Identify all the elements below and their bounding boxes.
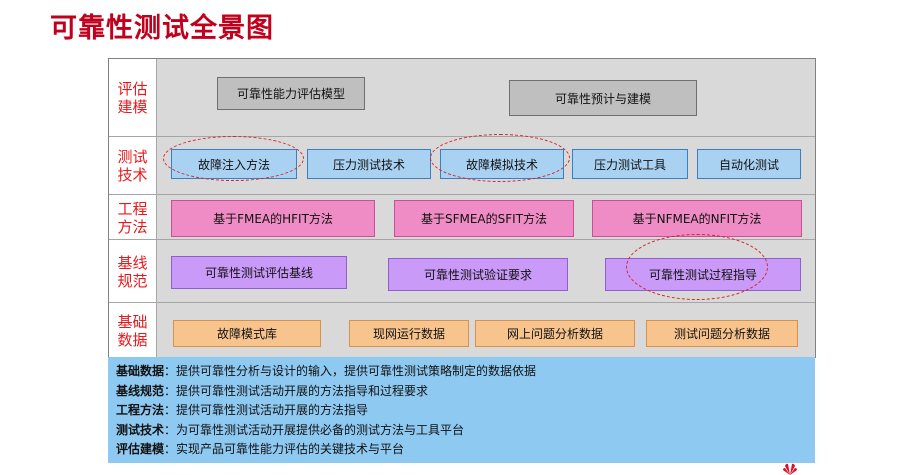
box-fault-simulation: 故障模拟技术: [440, 149, 564, 179]
row-label-evaluation-modeling: 评估 建模: [109, 59, 157, 136]
row-label-baseline-spec: 基线 规范: [109, 240, 157, 303]
row-baseline-spec: 基线 规范 可靠性测试评估基线 可靠性测试验证要求 可靠性测试过程指导: [109, 239, 815, 303]
box-nfmea-nfit: 基于NFMEA的NFIT方法: [592, 200, 802, 237]
description-panel: 基础数据：提供可靠性分析与设计的输入，提供可靠性测试策略制定的数据依据 基线规范…: [108, 357, 815, 463]
description-line: 基线规范：提供可靠性测试活动开展的方法指导和过程要求: [116, 383, 429, 398]
box-stress-test-tool: 压力测试工具: [572, 149, 688, 179]
box-process-guidance: 可靠性测试过程指导: [605, 258, 801, 291]
box-evaluation-baseline: 可靠性测试评估基线: [171, 256, 347, 289]
box-test-issue-data: 测试问题分析数据: [646, 320, 798, 347]
box-fmea-hfit: 基于FMEA的HFIT方法: [171, 200, 375, 237]
page-title: 可靠性测试全景图: [50, 13, 274, 44]
box-fault-injection: 故障注入方法: [171, 149, 297, 179]
box-stress-test-technique: 压力测试技术: [307, 149, 431, 179]
description-line: 评估建模：实现产品可靠性能力评估的关键技术与平台: [116, 442, 405, 456]
row-evaluation-modeling: 评估 建模 可靠性能力评估模型 可靠性预计与建模: [109, 59, 815, 136]
row-label-base-data: 基础 数据: [109, 303, 157, 358]
row-label-test-technology: 测试 技术: [109, 137, 157, 195]
box-online-issue-data: 网上问题分析数据: [475, 320, 635, 347]
row-test-technology: 测试 技术 故障注入方法 压力测试技术 故障模拟技术 压力测试工具 自动化测试: [109, 136, 815, 195]
panorama-diagram: 评估 建模 可靠性能力评估模型 可靠性预计与建模 测试 技术 故障注入方法 压力…: [108, 58, 816, 358]
description-line: 测试技术：为可靠性测试活动开展提供必备的测试方法与工具平台: [116, 422, 465, 437]
box-live-network-data: 现网运行数据: [349, 320, 469, 347]
row-base-data: 基础 数据 故障模式库 现网运行数据 网上问题分析数据 测试问题分析数据: [109, 302, 815, 358]
row-label-engineering-method: 工程 方法: [109, 195, 157, 240]
box-reliability-prediction-modeling: 可靠性预计与建模: [509, 80, 697, 116]
box-sfmea-sfit: 基于SFMEA的SFIT方法: [394, 200, 574, 237]
box-automated-testing: 自动化测试: [697, 149, 801, 179]
box-verification-requirements: 可靠性测试验证要求: [388, 258, 568, 291]
box-reliability-capability-model: 可靠性能力评估模型: [217, 77, 365, 110]
description-line: 工程方法：提供可靠性测试活动开展的方法指导: [116, 403, 369, 417]
box-fault-mode-library: 故障模式库: [173, 320, 321, 347]
description-line: 基础数据：提供可靠性分析与设计的输入，提供可靠性测试策略制定的数据依据: [116, 364, 537, 378]
logo-icon: [783, 463, 797, 475]
row-engineering-method: 工程 方法 基于FMEA的HFIT方法 基于SFMEA的SFIT方法 基于NFM…: [109, 194, 815, 240]
